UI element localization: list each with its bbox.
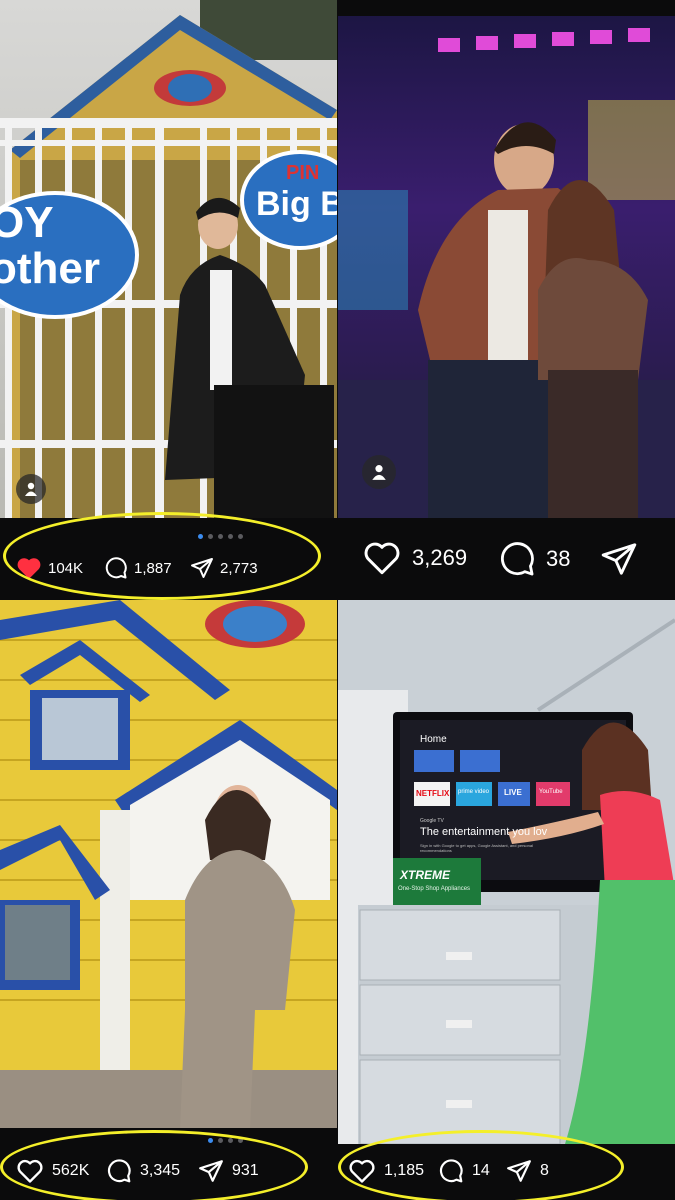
carousel-dot: [208, 1138, 213, 1143]
carousel-dot: [218, 534, 223, 539]
post-action-bar-3: 562K 3,345 931: [0, 1128, 337, 1200]
like-button[interactable]: 104K: [16, 556, 83, 580]
post-card-2: 3,269 38: [338, 0, 675, 600]
comment-icon: [500, 542, 534, 576]
like-count: 104K: [48, 559, 84, 577]
sign-right-main-text: Big B: [256, 185, 337, 223]
post-photo-4[interactable]: Home NETFLIX prime video LIVE YouTube Go…: [338, 600, 675, 1144]
tv-app-netflix: NETFLIX: [416, 789, 450, 798]
tv-app-youtube: YouTube: [539, 789, 563, 795]
like-count: 1,185: [384, 1162, 425, 1179]
post-card-3: 562K 3,345 931: [0, 600, 337, 1200]
comment-count: 1,887: [134, 559, 172, 577]
tv-google-label: Google TV: [420, 818, 444, 824]
tv-app-prime: prime video: [458, 789, 490, 795]
tv-app-live: LIVE: [504, 788, 522, 797]
tv-showroom-photo: [338, 600, 675, 1144]
like-count: 3,269: [412, 545, 468, 570]
heart-icon: [364, 542, 400, 575]
carousel-indicator: [198, 534, 243, 539]
heart-icon: [17, 558, 41, 579]
comment-count: 38: [546, 546, 571, 571]
carousel-dot: [198, 534, 203, 539]
like-button[interactable]: 1,185: [348, 1158, 424, 1184]
carousel-dot: [228, 1138, 233, 1143]
box-tagline: One-Stop Shop Appliances: [398, 886, 471, 892]
share-count: 2,773: [220, 559, 258, 577]
heart-icon: [17, 1159, 43, 1183]
like-count: 562K: [52, 1162, 90, 1179]
sign-right-top-text: PIN: [286, 162, 320, 184]
heart-icon: [349, 1159, 375, 1183]
comment-button[interactable]: 3,345: [106, 1158, 180, 1184]
share-button[interactable]: [600, 540, 638, 578]
share-icon: [199, 1160, 223, 1182]
share-count: 8: [540, 1162, 549, 1179]
post-photo-3[interactable]: [0, 600, 337, 1128]
tv-subtext: Sign in with Google to get apps, Google …: [420, 843, 533, 853]
tv-headline: The entertainment you lov: [420, 826, 548, 838]
comment-count: 3,345: [140, 1162, 181, 1179]
share-icon: [507, 1160, 531, 1182]
comment-button[interactable]: 14: [438, 1158, 490, 1184]
carousel-dot: [238, 1138, 243, 1143]
user-icon: [25, 482, 37, 496]
post-action-bar-2: 3,269 38: [338, 518, 675, 600]
like-button[interactable]: 562K: [16, 1158, 89, 1184]
stage-photo: [338, 0, 675, 518]
post-card-1: OY other PIN Big B 104K 1,887 2,773: [0, 0, 337, 600]
share-count: 931: [232, 1162, 259, 1179]
post-photo-2[interactable]: [338, 0, 675, 518]
tagged-user-badge[interactable]: [362, 455, 396, 489]
box-brand: XTREME: [400, 868, 451, 882]
user-icon: [372, 465, 386, 480]
comment-button[interactable]: 1,887: [104, 556, 172, 580]
post-action-bar-1: 104K 1,887 2,773: [0, 518, 337, 600]
carousel-indicator: [208, 1138, 243, 1143]
tv-home-label: Home: [420, 734, 447, 745]
share-icon: [191, 558, 213, 578]
share-button[interactable]: 931: [198, 1158, 259, 1184]
comment-icon: [107, 1159, 131, 1183]
share-icon: [601, 543, 637, 575]
share-button[interactable]: 2,773: [190, 556, 258, 580]
sign-left-text: OY other: [0, 198, 100, 293]
comment-icon: [439, 1159, 463, 1183]
post-card-4: Home NETFLIX prime video LIVE YouTube Go…: [338, 600, 675, 1200]
post-photo-1[interactable]: OY other PIN Big B: [0, 0, 337, 518]
carousel-dot: [238, 534, 243, 539]
like-button[interactable]: 3,269: [362, 540, 467, 576]
carousel-dot: [208, 534, 213, 539]
carousel-dot: [218, 1138, 223, 1143]
tagged-user-badge[interactable]: [16, 474, 46, 504]
post-action-bar-4: 1,185 14 8: [338, 1144, 675, 1200]
carousel-dot: [228, 534, 233, 539]
comment-button[interactable]: 38: [498, 540, 570, 578]
yellow-house-photo: [0, 600, 337, 1128]
comment-count: 14: [472, 1162, 490, 1179]
share-button[interactable]: 8: [506, 1158, 549, 1184]
comment-icon: [105, 557, 127, 579]
